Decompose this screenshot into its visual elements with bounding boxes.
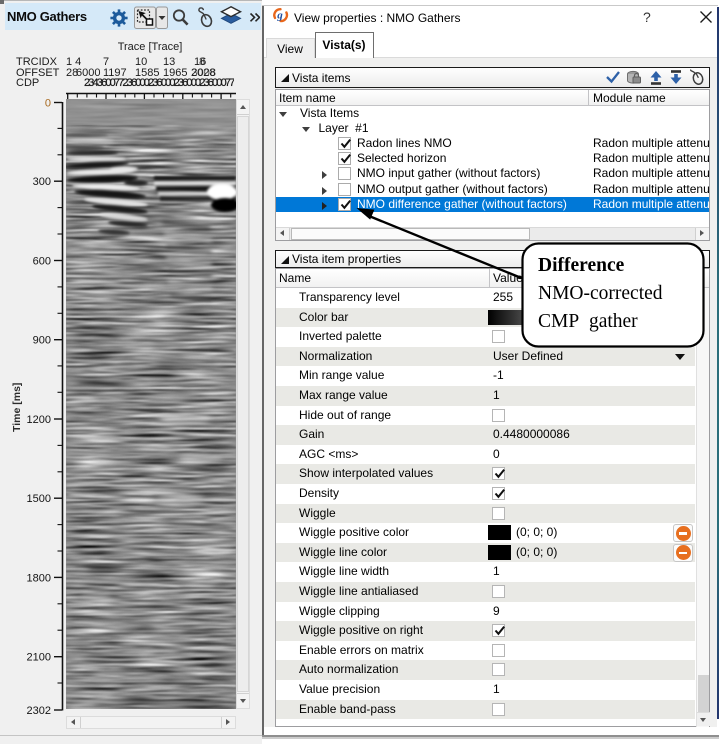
svg-text:2100: 2100 bbox=[27, 652, 51, 664]
svg-text:1200: 1200 bbox=[27, 414, 51, 426]
svg-text:1800: 1800 bbox=[27, 572, 51, 584]
svg-text:900: 900 bbox=[33, 335, 51, 347]
svg-text:600: 600 bbox=[33, 256, 51, 268]
svg-text:2302: 2302 bbox=[27, 705, 51, 717]
svg-text:300: 300 bbox=[33, 176, 51, 188]
svg-text:1500: 1500 bbox=[27, 493, 51, 505]
svg-text:0: 0 bbox=[45, 98, 51, 110]
svg-text:g: g bbox=[276, 10, 283, 22]
